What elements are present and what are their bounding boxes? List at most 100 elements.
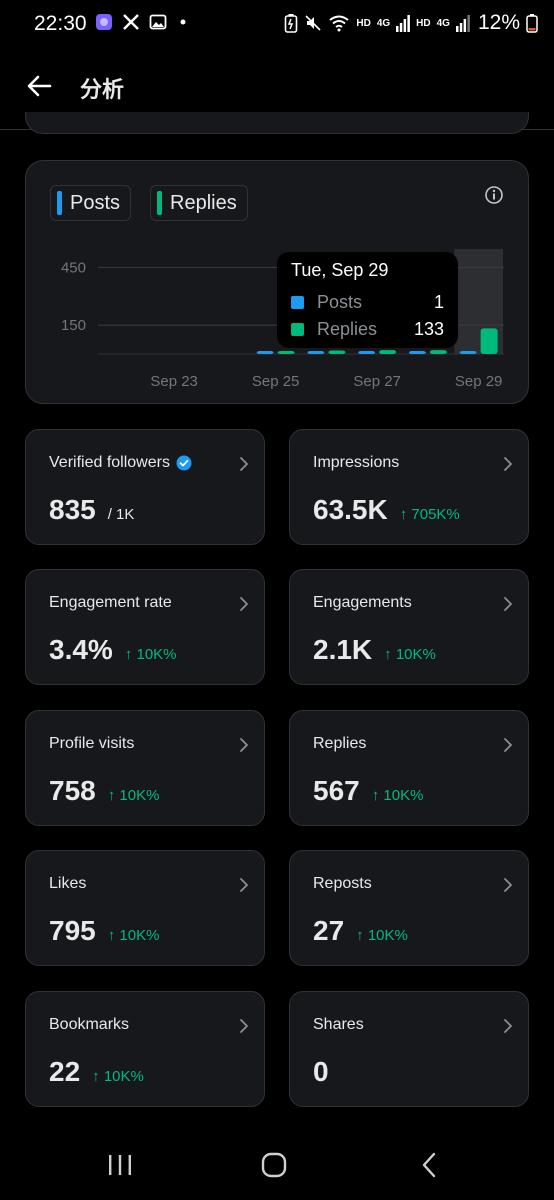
metric-value-row: 63.5K ↑ 705K% xyxy=(313,494,460,526)
bar-posts-sep-29[interactable] xyxy=(459,351,477,354)
tooltip-replies-label: Replies xyxy=(317,319,378,339)
metric-label-text: Shares xyxy=(313,1016,364,1033)
metric-label-text: Reposts xyxy=(313,875,372,892)
metric-value: 567 xyxy=(313,775,360,806)
battery-saver-icon xyxy=(285,14,298,33)
metric-label-text: Bookmarks xyxy=(49,1016,130,1033)
battery-percent: 12% xyxy=(477,11,520,34)
chevron-right-icon xyxy=(504,457,512,471)
metric-card-profile-visits[interactable]: Profile visits 758 ↑ 10K% xyxy=(25,710,265,826)
metric-value-row: 22 ↑ 10K% xyxy=(49,1056,144,1088)
metric-value: 27 xyxy=(313,915,345,946)
chevron-right-icon xyxy=(240,457,248,471)
tooltip-replies-swatch xyxy=(291,323,304,336)
gallery-icon xyxy=(149,14,167,30)
back-nav-icon[interactable] xyxy=(410,1150,450,1180)
y-tick-label: 450 xyxy=(61,259,86,276)
bar-posts-sep-26[interactable] xyxy=(307,351,325,354)
metric-delta: ↑ 10K% xyxy=(384,646,436,663)
metric-card-verified-followers[interactable]: Verified followers 835 / 1K xyxy=(25,429,265,545)
android-nav-bar xyxy=(0,1130,554,1200)
metric-label: Bookmarks xyxy=(49,1016,129,1034)
chevron-right-icon xyxy=(240,597,248,611)
x-tick-label: Sep 23 xyxy=(150,373,198,390)
x-tick-label: Sep 29 xyxy=(455,373,503,390)
chevron-right-icon xyxy=(504,878,512,892)
status-time: 22:30 xyxy=(34,12,87,35)
tooltip-posts-value: 1 xyxy=(433,292,444,312)
metric-label: Likes xyxy=(49,875,86,893)
metric-card-replies[interactable]: Replies 567 ↑ 10K% xyxy=(289,710,529,826)
metric-card-likes[interactable]: Likes 795 ↑ 10K% xyxy=(25,850,265,966)
chevron-right-icon xyxy=(240,1019,248,1033)
metric-value: 758 xyxy=(49,775,96,806)
tooltip-date: Tue, Sep 29 xyxy=(291,260,389,280)
metric-label-text: Profile visits xyxy=(49,735,135,752)
bar-posts-sep-27[interactable] xyxy=(358,351,376,354)
chart-tooltip: Tue, Sep 29 Posts 1 Replies 133 xyxy=(277,252,458,348)
chevron-right-icon xyxy=(504,597,512,611)
metric-label: Verified followers xyxy=(49,454,192,472)
x-tick-label: Sep 25 xyxy=(252,373,300,390)
bar-posts-sep-28[interactable] xyxy=(408,351,426,354)
metric-delta: ↑ 10K% xyxy=(124,646,177,663)
network-type-2: 4G xyxy=(436,17,450,29)
metric-card-reposts[interactable]: Reposts 27 ↑ 10K% xyxy=(289,850,529,966)
metric-label-text: Likes xyxy=(49,875,87,892)
metric-label: Shares xyxy=(313,1016,364,1034)
page-title: 分析 xyxy=(80,78,125,103)
metric-delta: ↑ 10K% xyxy=(371,787,424,804)
metric-label: Engagements xyxy=(313,594,412,612)
app-notification-icon xyxy=(96,14,112,30)
metric-label: Impressions xyxy=(313,454,399,472)
signal-icon xyxy=(396,15,411,32)
signal-icon-2 xyxy=(455,15,470,32)
metric-value-row: 795 ↑ 10K% xyxy=(49,915,159,947)
metric-value: 63.5K xyxy=(313,494,388,525)
verified-badge-icon xyxy=(176,455,192,471)
metric-card-bookmarks[interactable]: Bookmarks 22 ↑ 10K% xyxy=(25,991,265,1107)
metric-value-row: 3.4% ↑ 10K% xyxy=(49,634,177,666)
tooltip-row-posts: Posts 1 xyxy=(291,289,444,316)
metric-value-row: 758 ↑ 10K% xyxy=(49,775,159,807)
metric-label-text: Impressions xyxy=(313,454,400,471)
back-arrow-icon[interactable] xyxy=(24,70,56,102)
metric-card-engagements[interactable]: Engagements 2.1K ↑ 10K% xyxy=(289,569,529,685)
chevron-right-icon xyxy=(504,1019,512,1033)
x-tick-label: Sep 27 xyxy=(353,373,401,390)
bar-replies-sep-28[interactable] xyxy=(429,350,447,354)
metric-value-row: 0 xyxy=(313,1056,329,1088)
metric-value-row: 2.1K ↑ 10K% xyxy=(313,634,436,666)
tooltip-replies-value: 133 xyxy=(413,319,444,339)
chevron-right-icon xyxy=(240,878,248,892)
metric-value: 2.1K xyxy=(313,634,373,665)
metric-label-text: Replies xyxy=(313,735,367,752)
chevron-right-icon xyxy=(504,738,512,752)
home-icon[interactable] xyxy=(254,1150,294,1180)
bar-replies-sep-27[interactable] xyxy=(379,350,397,354)
metric-delta: ↑ 10K% xyxy=(92,1068,144,1085)
metric-card-impressions[interactable]: Impressions 63.5K ↑ 705K% xyxy=(289,429,529,545)
bar-replies-sep-25[interactable] xyxy=(277,351,295,354)
metric-value: 795 xyxy=(49,915,96,946)
metric-delta: ↑ 10K% xyxy=(107,787,160,804)
metric-label-text: Engagement rate xyxy=(49,594,172,611)
metric-card-shares[interactable]: Shares 0 xyxy=(289,991,529,1107)
bar-replies-sep-26[interactable] xyxy=(328,350,346,354)
metric-card-engagement-rate[interactable]: Engagement rate 3.4% ↑ 10K% xyxy=(25,569,265,685)
previous-card-edge xyxy=(25,112,529,134)
metric-value: 0 xyxy=(313,1056,329,1087)
metric-value: 22 xyxy=(49,1056,81,1087)
bar-posts-sep-25[interactable] xyxy=(256,351,274,354)
metric-label-text: Verified followers xyxy=(49,454,170,471)
metric-delta: ↑ 705K% xyxy=(399,506,460,523)
metric-label: Replies xyxy=(313,735,366,753)
metric-label-text: Engagements xyxy=(313,594,412,611)
metric-label: Engagement rate xyxy=(49,594,172,612)
metric-value: 3.4% xyxy=(49,634,113,665)
tooltip-row-replies: Replies 133 xyxy=(291,316,444,343)
hd-indicator-2: HD xyxy=(416,17,431,29)
recent-apps-icon[interactable] xyxy=(100,1150,140,1180)
metric-label: Profile visits xyxy=(49,735,134,753)
bar-replies-sep-29[interactable] xyxy=(480,328,498,354)
